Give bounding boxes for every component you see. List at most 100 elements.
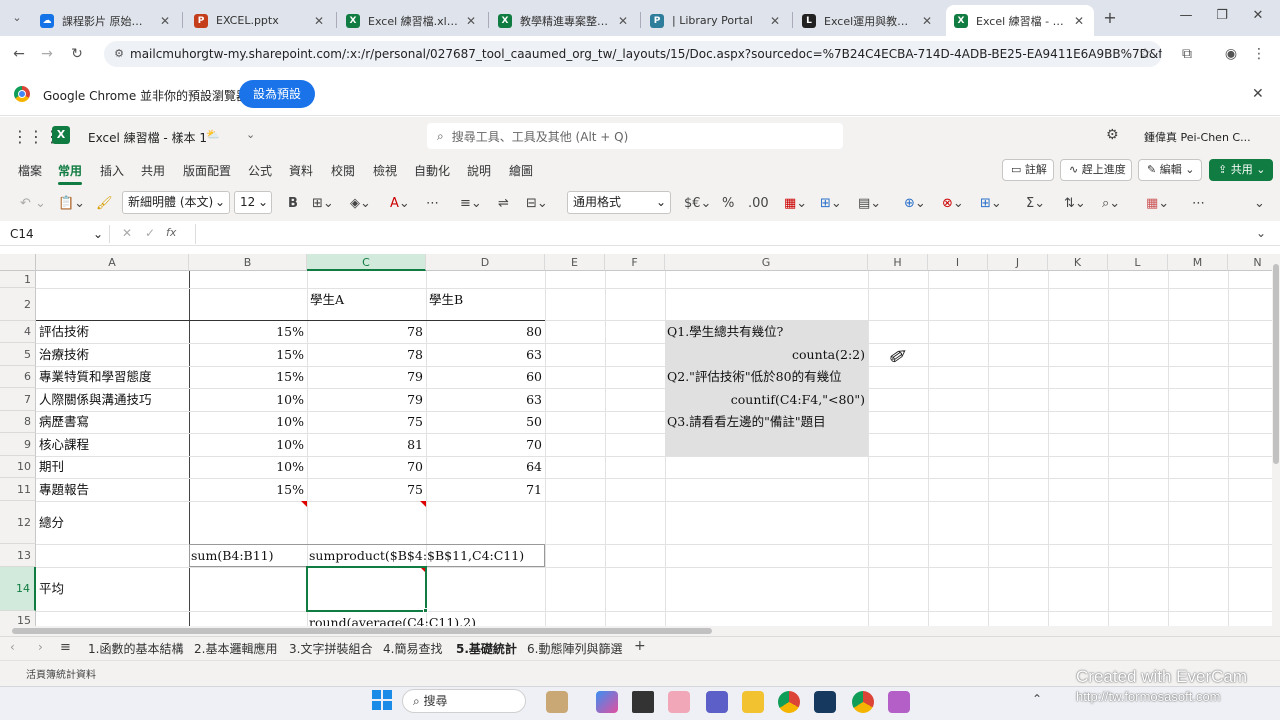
- settings-gear-icon[interactable]: ⚙: [1106, 127, 1119, 143]
- browser-tab[interactable]: P | Library Portal ✕: [642, 5, 790, 36]
- close-infobar-icon[interactable]: ✕: [1252, 86, 1264, 102]
- worksheet-grid[interactable]: A B C D E F G H I J K L M N 1 2 4 5 6 7 …: [0, 254, 1272, 626]
- cancel-icon[interactable]: ✕: [122, 226, 132, 240]
- editing-button[interactable]: ✎ 編輯 ⌄: [1138, 159, 1202, 181]
- share-button[interactable]: ⇪ 共用 ⌄: [1209, 159, 1273, 181]
- question-1[interactable]: Q1.學生總共有幾位?: [667, 324, 783, 340]
- close-icon[interactable]: ✕: [312, 14, 326, 28]
- file-explorer-icon[interactable]: [742, 691, 764, 713]
- browser-tab[interactable]: X Excel 練習檔.xlsx ✕: [338, 5, 486, 36]
- user-name[interactable]: 鍾偉真 Pei-Chen C...: [1144, 129, 1251, 145]
- row-header[interactable]: 15: [0, 611, 36, 626]
- column-header-b[interactable]: B: [189, 254, 307, 271]
- close-icon[interactable]: ✕: [158, 14, 172, 28]
- answer-1[interactable]: counta(2:2): [667, 347, 865, 363]
- score-b[interactable]: 63: [428, 392, 542, 408]
- comments-button[interactable]: ▭ 註解: [1002, 159, 1054, 181]
- find-icon[interactable]: ⌕⌄: [1102, 195, 1120, 213]
- tab-search-icon[interactable]: ⌄: [6, 7, 28, 29]
- score-b[interactable]: 63: [428, 347, 542, 363]
- close-icon[interactable]: ✕: [1072, 14, 1086, 28]
- row-header[interactable]: 4: [0, 321, 36, 343]
- sumproduct-formula-text[interactable]: sumproduct($B$4:$B$11,C4:C11): [309, 548, 524, 564]
- column-header-a[interactable]: A: [36, 254, 189, 271]
- maximize-button[interactable]: ❐: [1208, 8, 1236, 28]
- row-header[interactable]: 11: [0, 478, 36, 501]
- format-table-icon[interactable]: ⊞⌄: [820, 195, 842, 213]
- app-icon[interactable]: [668, 691, 690, 713]
- addins-icon[interactable]: ▦⌄: [1146, 195, 1169, 213]
- reload-icon[interactable]: ↻: [66, 43, 88, 65]
- header-student-b[interactable]: 學生B: [429, 292, 463, 308]
- all-sheets-icon[interactable]: ≡: [60, 640, 71, 655]
- widgets-icon[interactable]: [546, 691, 568, 713]
- comment-indicator[interactable]: [301, 501, 307, 507]
- scrollbar-thumb[interactable]: [12, 628, 712, 634]
- new-tab-button[interactable]: +: [1096, 8, 1124, 28]
- sheet-tab[interactable]: 4.簡易查找: [383, 640, 442, 657]
- close-icon[interactable]: ✕: [920, 14, 934, 28]
- sheet-tab[interactable]: 2.基本邏輯應用: [194, 640, 277, 657]
- score-b[interactable]: 70: [428, 437, 542, 453]
- sheet-tab-active[interactable]: 5.基礎統計: [456, 640, 517, 662]
- sum-formula-text[interactable]: sum(B4:B11): [191, 548, 274, 564]
- item-weight[interactable]: 15%: [191, 482, 304, 498]
- item-name[interactable]: 專題報告: [39, 482, 89, 498]
- borders-icon[interactable]: ⊞⌄: [312, 195, 334, 213]
- menu-draw[interactable]: 繪圖: [509, 162, 533, 179]
- row-header[interactable]: 6: [0, 366, 36, 388]
- wrap-text-icon[interactable]: ⇌: [498, 195, 509, 213]
- average-label[interactable]: 平均: [39, 581, 64, 597]
- set-default-button[interactable]: 設為預設: [239, 80, 316, 108]
- close-icon[interactable]: ✕: [616, 14, 630, 28]
- address-bar[interactable]: mailcmuhorgtw-my.sharepoint.com/:x:/r/pe…: [104, 41, 1162, 67]
- item-weight[interactable]: 10%: [191, 437, 304, 453]
- total-label[interactable]: 總分: [39, 515, 64, 531]
- expand-formula-icon[interactable]: ⌄: [1256, 226, 1266, 240]
- name-box[interactable]: C14 ⌄: [6, 225, 110, 243]
- column-header-m[interactable]: M: [1168, 254, 1228, 271]
- menu-help[interactable]: 說明: [467, 162, 491, 179]
- windows-start-icon[interactable]: [372, 690, 392, 710]
- column-header-j[interactable]: J: [988, 254, 1048, 271]
- selected-cell-c14[interactable]: [306, 566, 427, 612]
- question-2[interactable]: Q2."評估技術"低於80的有幾位: [667, 369, 842, 385]
- chevron-down-icon[interactable]: ⌄: [246, 128, 255, 141]
- round-formula-text[interactable]: round(average(C4:C11),2): [309, 615, 476, 626]
- row-header[interactable]: 8: [0, 411, 36, 433]
- close-icon[interactable]: ✕: [464, 14, 478, 28]
- item-name[interactable]: 專業特質和學習態度: [39, 369, 152, 385]
- column-header-f[interactable]: F: [605, 254, 665, 271]
- item-name[interactable]: 人際關係與溝通技巧: [39, 392, 152, 408]
- score-b[interactable]: 50: [428, 414, 542, 430]
- menu-automate[interactable]: 自動化: [414, 162, 450, 179]
- menu-view[interactable]: 檢視: [373, 162, 397, 179]
- row-header[interactable]: 5: [0, 343, 36, 366]
- menu-home[interactable]: 常用: [58, 162, 83, 185]
- percent-icon[interactable]: %: [722, 195, 734, 213]
- column-header-e[interactable]: E: [545, 254, 605, 271]
- score-a[interactable]: 75: [309, 414, 423, 430]
- row-header[interactable]: 13: [0, 544, 36, 567]
- add-sheet-button[interactable]: +: [634, 638, 646, 654]
- merge-icon[interactable]: ⊟⌄: [526, 195, 548, 213]
- row-header[interactable]: 1: [0, 271, 36, 288]
- font-color-icon[interactable]: A⌄: [390, 195, 410, 213]
- menu-data[interactable]: 資料: [289, 162, 313, 179]
- menu-page-layout[interactable]: 版面配置: [183, 162, 231, 179]
- confirm-icon[interactable]: ✓: [145, 226, 155, 240]
- browser-tab[interactable]: L Excel運用與教學習 ✕: [794, 5, 942, 36]
- browser-tab[interactable]: X 教學精進專案整理.xl ✕: [490, 5, 638, 36]
- item-name[interactable]: 治療技術: [39, 347, 89, 363]
- app-icon[interactable]: [814, 691, 836, 713]
- align-icon[interactable]: ≡⌄: [460, 195, 482, 213]
- score-a[interactable]: 81: [309, 437, 423, 453]
- row-header[interactable]: 2: [0, 288, 36, 321]
- row-header[interactable]: 12: [0, 501, 36, 544]
- font-name-select[interactable]: 新細明體 (本文) ⌄: [122, 191, 230, 214]
- taskbar-search[interactable]: ⌕ 搜尋: [402, 689, 526, 713]
- item-weight[interactable]: 15%: [191, 347, 304, 363]
- paste-icon[interactable]: 📋⌄: [58, 195, 85, 213]
- score-b[interactable]: 71: [428, 482, 542, 498]
- item-weight[interactable]: 15%: [191, 369, 304, 385]
